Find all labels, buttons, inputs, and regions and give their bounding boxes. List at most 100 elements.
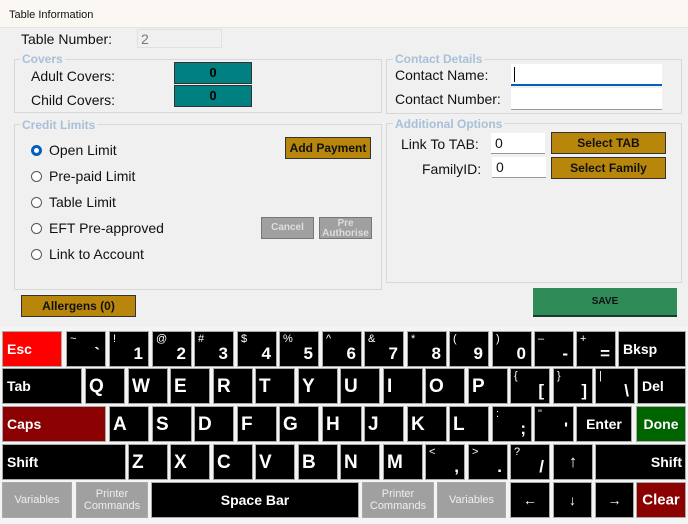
allergens-button[interactable]: Allergens (0) bbox=[21, 295, 136, 317]
link-to-tab-input[interactable]: 0 bbox=[491, 133, 545, 154]
key-[interactable]: ↑ bbox=[553, 444, 593, 480]
key-e[interactable]: E bbox=[170, 368, 210, 404]
key-[interactable]: :; bbox=[492, 406, 532, 442]
radio-button[interactable] bbox=[31, 248, 42, 260]
select-tab-button[interactable]: Select TAB bbox=[551, 132, 666, 154]
key-5[interactable]: % 5 bbox=[279, 331, 319, 367]
additional-options-legend: Additional Options bbox=[393, 117, 505, 131]
key-[interactable]: ? / bbox=[510, 444, 550, 480]
key-bksp[interactable]: Bksp bbox=[618, 331, 686, 367]
key-g[interactable]: G bbox=[279, 406, 319, 442]
add-payment-button[interactable]: Add Payment bbox=[285, 137, 371, 159]
key-label: / bbox=[539, 457, 544, 476]
key-t[interactable]: T bbox=[255, 368, 295, 404]
key-[interactable]: | \ bbox=[595, 368, 635, 404]
key-enter[interactable]: Enter bbox=[576, 406, 632, 442]
pre-authorise-button[interactable]: Pre Authorise bbox=[319, 217, 372, 239]
radio-button[interactable] bbox=[31, 196, 42, 208]
key-q[interactable]: Q bbox=[85, 368, 125, 404]
key-f[interactable]: F bbox=[237, 406, 277, 442]
key-z[interactable]: Z bbox=[128, 444, 168, 480]
key-label: A bbox=[113, 414, 127, 435]
key-0[interactable]: ) 0 bbox=[492, 331, 532, 367]
key-4[interactable]: $4 bbox=[237, 331, 277, 367]
key-r[interactable]: R bbox=[213, 368, 253, 404]
key-printer-commands[interactable]: Printer Commands bbox=[362, 482, 434, 518]
key-u[interactable]: U bbox=[340, 368, 380, 404]
key-shift[interactable]: Shift bbox=[2, 444, 126, 480]
cancel-button[interactable]: Cancel bbox=[261, 217, 314, 239]
key-[interactable]: ← bbox=[510, 482, 550, 518]
key-[interactable]: <, bbox=[425, 444, 465, 480]
key-[interactable]: ~ ` bbox=[66, 331, 106, 367]
key-[interactable]: " ' bbox=[534, 406, 574, 442]
key-c[interactable]: C bbox=[213, 444, 253, 480]
key-9[interactable]: (9 bbox=[449, 331, 489, 367]
key-[interactable]: + = bbox=[576, 331, 616, 367]
key-j[interactable]: J bbox=[364, 406, 404, 442]
key-d[interactable]: D bbox=[194, 406, 234, 442]
key-o[interactable]: O bbox=[425, 368, 465, 404]
key-label: . bbox=[497, 457, 502, 476]
key-i[interactable]: I bbox=[383, 368, 423, 404]
key-3[interactable]: #3 bbox=[194, 331, 234, 367]
key-w[interactable]: W bbox=[128, 368, 168, 404]
key-[interactable]: {[ bbox=[510, 368, 550, 404]
key-del[interactable]: Del bbox=[637, 368, 686, 404]
key-n[interactable]: N bbox=[340, 444, 380, 480]
adult-covers-input[interactable]: 0 bbox=[174, 62, 252, 84]
key-b[interactable]: B bbox=[298, 444, 338, 480]
key-printer-commands[interactable]: Printer Commands bbox=[76, 482, 148, 518]
key-[interactable]: – - bbox=[534, 331, 574, 367]
key-v[interactable]: V bbox=[255, 444, 295, 480]
key-label: D bbox=[198, 414, 212, 435]
key-done[interactable]: Done bbox=[636, 406, 686, 442]
credit-limit-option[interactable]: EFT Pre-approved bbox=[31, 220, 164, 236]
key-space-bar[interactable]: Space Bar bbox=[151, 482, 359, 518]
key-k[interactable]: K bbox=[407, 406, 447, 442]
key-1[interactable]: ! 1 bbox=[109, 331, 149, 367]
key-label: = bbox=[600, 344, 610, 363]
radio-button[interactable] bbox=[31, 144, 42, 156]
family-id-input[interactable]: 0 bbox=[492, 157, 546, 178]
credit-limit-option[interactable]: Table Limit bbox=[31, 194, 116, 210]
key-caps[interactable]: Caps bbox=[2, 406, 106, 442]
key-clear[interactable]: Clear bbox=[636, 482, 686, 518]
key-label: B bbox=[302, 452, 316, 473]
key-[interactable]: }] bbox=[553, 368, 593, 404]
key-x[interactable]: X bbox=[170, 444, 210, 480]
key-7[interactable]: & 7 bbox=[364, 331, 404, 367]
credit-limit-option[interactable]: Open Limit bbox=[31, 142, 117, 158]
radio-button[interactable] bbox=[31, 222, 42, 234]
key-label: Space Bar bbox=[220, 492, 290, 508]
key-y[interactable]: Y bbox=[298, 368, 338, 404]
key-l[interactable]: L bbox=[449, 406, 489, 442]
contact-number-input[interactable] bbox=[511, 88, 662, 110]
key-h[interactable]: H bbox=[322, 406, 362, 442]
credit-limit-option[interactable]: Pre-paid Limit bbox=[31, 168, 135, 184]
key-[interactable]: >. bbox=[468, 444, 508, 480]
key-shift[interactable]: Shift bbox=[595, 444, 686, 480]
key-variables[interactable]: Variables bbox=[2, 482, 72, 518]
key-esc[interactable]: Esc bbox=[2, 331, 62, 367]
key-shift-label: $ bbox=[241, 333, 248, 345]
key-tab[interactable]: Tab bbox=[2, 368, 82, 404]
key-s[interactable]: S bbox=[152, 406, 192, 442]
key-6[interactable]: ^ 6 bbox=[322, 331, 362, 367]
contact-name-input[interactable] bbox=[511, 64, 662, 86]
key-variables[interactable]: Variables bbox=[437, 482, 506, 518]
save-button[interactable]: SAVE bbox=[533, 288, 677, 317]
key-label: Esc bbox=[7, 341, 32, 357]
radio-button[interactable] bbox=[31, 170, 42, 182]
key-a[interactable]: A bbox=[109, 406, 149, 442]
key-[interactable]: ↓ bbox=[553, 482, 592, 518]
key-m[interactable]: M bbox=[383, 444, 423, 480]
child-covers-input[interactable]: 0 bbox=[174, 85, 252, 107]
key-[interactable]: → bbox=[595, 482, 634, 518]
key-p[interactable]: P bbox=[468, 368, 508, 404]
key-8[interactable]: * 8 bbox=[407, 331, 447, 367]
credit-limit-option[interactable]: Link to Account bbox=[31, 246, 144, 262]
key-2[interactable]: @2 bbox=[152, 331, 192, 367]
select-family-button[interactable]: Select Family bbox=[551, 157, 666, 179]
family-id-label: FamilyID: bbox=[422, 161, 482, 177]
